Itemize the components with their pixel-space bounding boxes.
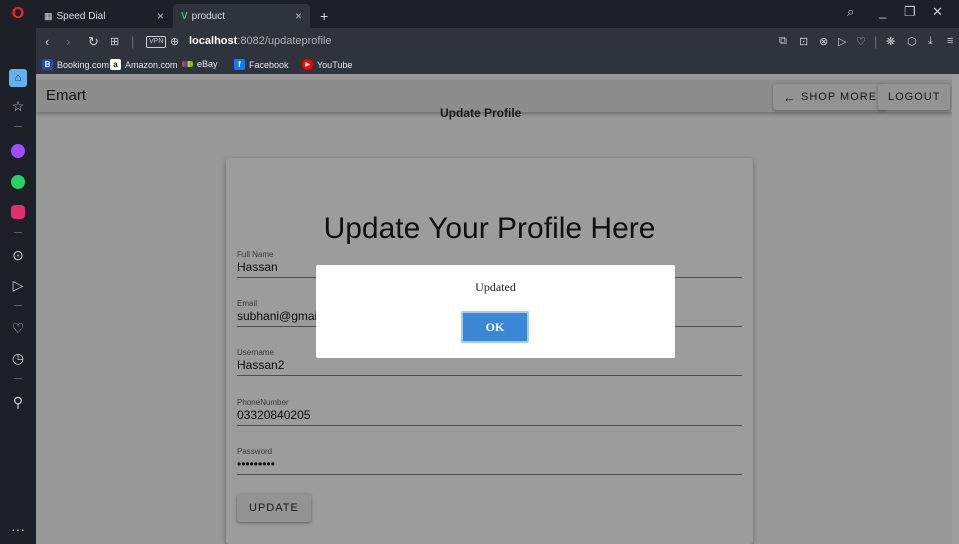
field-label: Password: [237, 447, 273, 456]
close-icon[interactable]: ×: [157, 9, 164, 23]
vue-logo-icon: V: [181, 10, 188, 22]
bookmark-label: Facebook: [249, 59, 289, 70]
sidebar-more-icon[interactable]: ···: [9, 520, 27, 538]
sidebar-separator: [14, 378, 22, 379]
bookmark-amazon[interactable]: a Amazon.com: [110, 59, 178, 70]
close-window-icon[interactable]: ✕: [932, 4, 943, 20]
bookmarks-bar: B Booking.com a Amazon.com eBay f Facebo…: [36, 56, 959, 74]
sidebar-separator: [14, 126, 22, 127]
history-icon[interactable]: ◷: [9, 349, 27, 367]
player-icon[interactable]: ⊙: [9, 246, 27, 264]
url-host: localhost: [189, 35, 238, 47]
phone-input[interactable]: 03320840205: [237, 408, 742, 425]
tab-label: Speed Dial: [56, 10, 106, 22]
new-tab-button[interactable]: +: [312, 4, 336, 28]
bookmark-youtube[interactable]: ▶ YouTube: [302, 59, 352, 70]
youtube-icon: ▶: [302, 59, 313, 70]
heart-icon[interactable]: ♡: [9, 319, 27, 337]
messenger-icon[interactable]: [9, 142, 27, 160]
sidebar-separator: [14, 305, 22, 306]
url-path: :8082/updateprofile: [237, 35, 332, 47]
speed-dial-icon[interactable]: ⊞: [110, 35, 119, 48]
reload-icon[interactable]: ↻: [88, 34, 99, 50]
sidebar-separator: [14, 232, 22, 233]
snapshot-icon[interactable]: ⧉: [779, 35, 787, 48]
browser-sidebar: O ⌂ ☆ ⊙ ▷ ♡ ◷ ⚲ ···: [0, 0, 36, 544]
star-icon[interactable]: ☆: [9, 97, 27, 115]
page-subtitle: Update Profile: [440, 106, 522, 120]
tab-label: product: [191, 10, 226, 22]
close-icon[interactable]: ×: [295, 9, 302, 23]
amazon-icon: a: [110, 59, 121, 70]
brand-title[interactable]: Emart: [46, 87, 86, 104]
adblock-icon[interactable]: ⊗: [819, 35, 828, 48]
menu-icon[interactable]: ≡: [947, 35, 953, 47]
field-label: PhoneNumber: [237, 398, 289, 407]
settings-icon[interactable]: ❋: [886, 35, 895, 48]
divider: |: [874, 34, 878, 49]
heart-icon[interactable]: ♡: [856, 35, 866, 48]
tab-speed-dial[interactable]: ▦ Speed Dial ×: [36, 4, 172, 28]
page-scrollbar[interactable]: [952, 74, 959, 544]
bookmark-facebook[interactable]: f Facebook: [234, 59, 289, 70]
camera-icon[interactable]: ⊡: [799, 35, 808, 48]
instagram-icon[interactable]: [9, 203, 27, 221]
divider: |: [131, 34, 135, 49]
pin-icon[interactable]: ⚲: [9, 393, 27, 411]
form-title: Update Your Profile Here: [323, 212, 656, 245]
bookmark-label: eBay: [197, 59, 218, 69]
opera-logo-icon[interactable]: O: [9, 5, 27, 23]
update-button[interactable]: UPDATE: [237, 494, 311, 522]
tab-bar: ▦ Speed Dial × V product × + ⌕ _ ❐ ✕: [36, 0, 959, 28]
back-icon[interactable]: ‹: [45, 34, 49, 49]
username-input[interactable]: Hassan2: [237, 358, 742, 375]
web-content: Emart ← SHOP MORE LOGOUT Update Profile …: [36, 74, 959, 544]
restore-icon[interactable]: ❐: [904, 4, 916, 20]
bookmark-label: Booking.com: [57, 59, 110, 70]
password-field[interactable]: Password •••••••••: [237, 447, 742, 475]
search-tabs-icon[interactable]: ⌕: [847, 4, 854, 20]
shop-more-button[interactable]: ← SHOP MORE: [773, 84, 888, 110]
minimize-icon[interactable]: _: [879, 4, 886, 19]
whatsapp-icon[interactable]: [9, 173, 27, 191]
globe-icon: ⊕: [170, 36, 180, 48]
field-label: Full Name: [237, 250, 274, 259]
url-field[interactable]: localhost:8082/updateprofile: [189, 35, 331, 47]
bookmark-label: YouTube: [317, 59, 353, 70]
shop-more-label: SHOP MORE: [801, 91, 878, 103]
home-icon[interactable]: ⌂: [9, 69, 27, 87]
cube-icon[interactable]: ⬡: [907, 35, 917, 48]
facebook-icon: f: [234, 59, 245, 70]
ok-button[interactable]: OK: [461, 311, 529, 343]
arrow-left-icon: ←: [783, 89, 797, 105]
grid-icon: ▦: [44, 10, 53, 21]
flow-icon[interactable]: ▷: [9, 276, 27, 294]
download-icon[interactable]: ⤓: [928, 35, 933, 48]
bookmark-booking[interactable]: B Booking.com: [42, 59, 109, 70]
logout-button[interactable]: LOGOUT: [878, 84, 951, 110]
tab-product[interactable]: V product ×: [173, 4, 310, 28]
phone-field[interactable]: PhoneNumber 03320840205: [237, 398, 742, 426]
dialog-message: Updated: [475, 280, 516, 294]
forward-icon[interactable]: ›: [66, 34, 70, 49]
password-input[interactable]: •••••••••: [237, 457, 742, 474]
alert-dialog: Updated OK: [316, 265, 675, 358]
bookmark-ebay[interactable]: eBay: [182, 59, 218, 69]
vpn-badge[interactable]: VPN: [146, 36, 167, 48]
send-icon[interactable]: ▷: [838, 35, 846, 48]
ebay-icon: [182, 61, 193, 67]
address-bar: ‹ › ↻ ⊞ | VPN ⊕ localhost:8082/updatepro…: [36, 28, 959, 56]
booking-icon: B: [42, 59, 53, 70]
bookmark-label: Amazon.com: [125, 59, 178, 70]
